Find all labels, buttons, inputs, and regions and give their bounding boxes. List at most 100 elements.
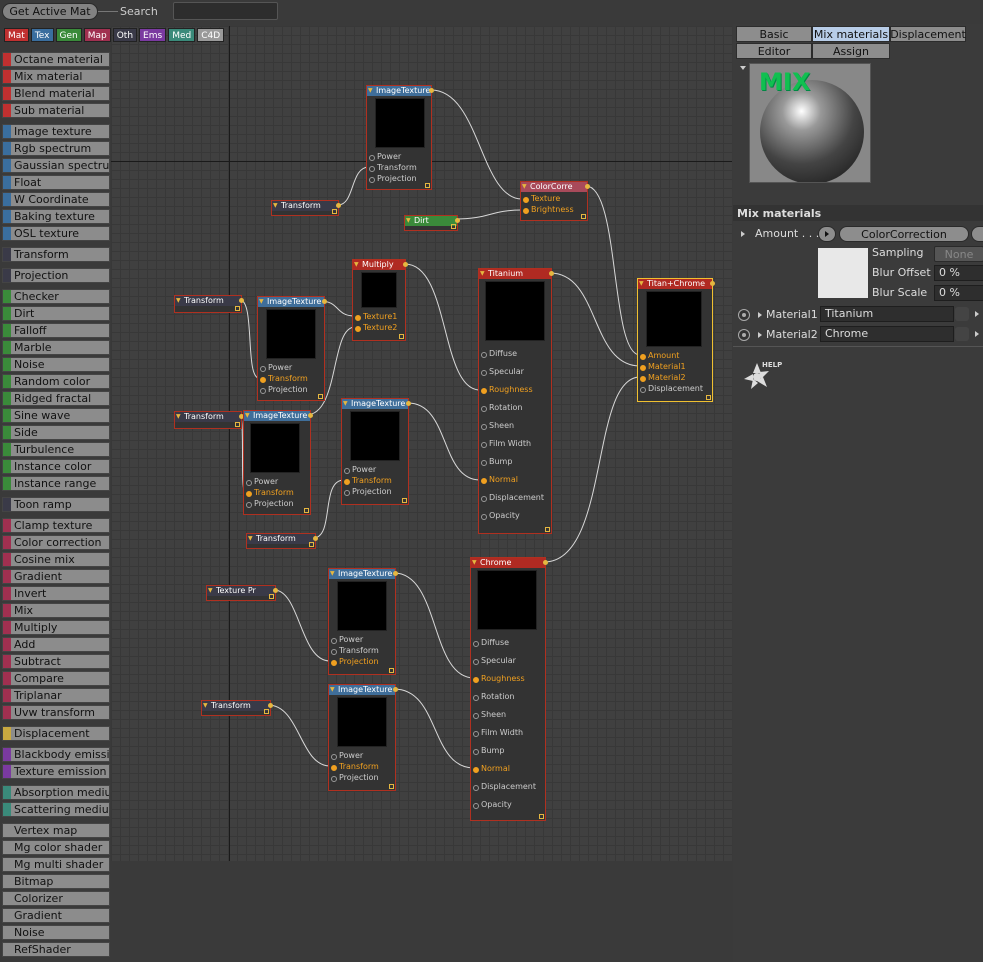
material2-expand-icon[interactable] xyxy=(758,332,762,338)
node-title[interactable]: Texture Pr xyxy=(207,586,275,596)
node-input-projection[interactable]: Projection xyxy=(344,487,392,497)
resize-handle-icon[interactable] xyxy=(264,709,269,714)
node-transform3[interactable]: Transform xyxy=(174,411,244,429)
node-title[interactable]: Titan+Chrome xyxy=(638,279,712,289)
palette-item-mix[interactable]: Mix xyxy=(2,603,110,618)
output-port-icon[interactable] xyxy=(308,413,313,418)
amount-link-button[interactable] xyxy=(818,226,836,242)
node-input-diffuse[interactable]: Diffuse xyxy=(473,638,509,648)
node-dirt[interactable]: Dirt xyxy=(404,215,460,231)
palette-item-displacement[interactable]: Displacement xyxy=(2,726,110,741)
palette-item-ridged-fractal[interactable]: Ridged fractal xyxy=(2,391,110,406)
node-multiply[interactable]: Multiply Texture1Texture2 xyxy=(352,259,408,341)
palette-item-w-coordinate[interactable]: W Coordinate xyxy=(2,192,110,207)
node-input-projection[interactable]: Projection xyxy=(260,385,308,395)
node-input-diffuse[interactable]: Diffuse xyxy=(481,349,517,359)
node-transform2[interactable]: Transform xyxy=(174,295,244,313)
node-transform4[interactable]: Transform xyxy=(246,533,318,549)
node-input-power[interactable]: Power xyxy=(331,635,363,645)
resize-handle-icon[interactable] xyxy=(304,508,309,513)
resize-handle-icon[interactable] xyxy=(706,395,711,400)
palette-item-marble[interactable]: Marble xyxy=(2,340,110,355)
resize-handle-icon[interactable] xyxy=(235,422,240,427)
node-input-displacement[interactable]: Displacement xyxy=(640,384,703,394)
palette-item-blackbody-emission[interactable]: Blackbody emission xyxy=(2,747,110,762)
node-input-power[interactable]: Power xyxy=(260,363,292,373)
palette-item-colorizer[interactable]: Colorizer xyxy=(2,891,110,906)
palette-item-falloff[interactable]: Falloff xyxy=(2,323,110,338)
node-img2[interactable]: ImageTexture PowerTransformProjection xyxy=(257,296,327,401)
node-mixnode[interactable]: Titan+Chrome AmountMaterial1Material2Disp… xyxy=(637,278,715,402)
material2-field[interactable]: Chrome xyxy=(820,326,954,342)
palette-item-baking-texture[interactable]: Baking texture xyxy=(2,209,110,224)
node-input-bump[interactable]: Bump xyxy=(481,457,512,467)
resize-handle-icon[interactable] xyxy=(545,527,550,532)
node-titanium[interactable]: Titanium Diffuse Specular Roughness Rotation… xyxy=(478,268,554,534)
output-port-icon[interactable] xyxy=(455,218,460,223)
resize-handle-icon[interactable] xyxy=(389,784,394,789)
node-img1[interactable]: ImageTexture PowerTransformProjection xyxy=(366,85,434,190)
node-input-brightness[interactable]: Brightness xyxy=(523,205,574,215)
node-input-power[interactable]: Power xyxy=(344,465,376,475)
amount-extra-button[interactable] xyxy=(971,226,983,242)
node-title[interactable]: Titanium xyxy=(479,269,551,279)
material1-arrow-icon[interactable] xyxy=(975,311,979,317)
node-title[interactable]: ImageTexture xyxy=(342,399,408,409)
category-oth[interactable]: Oth xyxy=(112,28,138,42)
node-input-rotation[interactable]: Rotation xyxy=(481,403,522,413)
node-chrome[interactable]: Chrome Diffuse Specular Roughness Rotation Sh… xyxy=(470,557,548,821)
node-title[interactable]: Multiply xyxy=(353,260,405,270)
palette-item-cosine-mix[interactable]: Cosine mix xyxy=(2,552,110,567)
node-colorcorr[interactable]: ColorCorre TextureBrightness xyxy=(520,181,590,221)
category-ems[interactable]: Ems xyxy=(139,28,167,42)
amount-expand-icon[interactable] xyxy=(741,231,745,237)
material1-menu-icon[interactable] xyxy=(955,307,969,321)
palette-item-scattering-medium[interactable]: Scattering medium xyxy=(2,802,110,817)
palette-item-triplanar[interactable]: Triplanar xyxy=(2,688,110,703)
category-tex[interactable]: Tex xyxy=(30,28,54,42)
palette-item-bitmap[interactable]: Bitmap xyxy=(2,874,110,889)
output-port-icon[interactable] xyxy=(403,262,408,267)
output-port-icon[interactable] xyxy=(239,298,244,303)
palette-item-gaussian-spectrum[interactable]: Gaussian spectrum xyxy=(2,158,110,173)
palette-item-color-correction[interactable]: Color correction xyxy=(2,535,110,550)
node-input-film-width[interactable]: Film Width xyxy=(473,728,523,738)
node-input-normal[interactable]: Normal xyxy=(481,475,518,485)
tab-displacement[interactable]: Displacement xyxy=(890,26,966,42)
category-c4d[interactable]: C4D xyxy=(197,28,225,42)
resize-handle-icon[interactable] xyxy=(309,542,314,547)
palette-item-toon-ramp[interactable]: Toon ramp xyxy=(2,497,110,512)
category-med[interactable]: Med xyxy=(168,28,196,42)
palette-item-add[interactable]: Add xyxy=(2,637,110,652)
palette-item-octane-material[interactable]: Octane material xyxy=(2,52,110,67)
node-input-transform[interactable]: Transform xyxy=(260,374,308,384)
node-img5[interactable]: ImageTexture PowerTransformProjection xyxy=(328,568,398,675)
palette-item-float[interactable]: Float xyxy=(2,175,110,190)
node-input-sheen[interactable]: Sheen xyxy=(473,710,506,720)
output-port-icon[interactable] xyxy=(429,88,434,93)
palette-item-gradient[interactable]: Gradient xyxy=(2,569,110,584)
tab-mix-materials[interactable]: Mix materials xyxy=(812,26,890,42)
output-port-icon[interactable] xyxy=(549,271,554,276)
category-mat[interactable]: Mat xyxy=(4,28,29,42)
node-title[interactable]: ImageTexture xyxy=(367,86,431,96)
output-port-icon[interactable] xyxy=(710,281,715,286)
resize-handle-icon[interactable] xyxy=(318,394,323,399)
tab-assign[interactable]: Assign xyxy=(812,43,890,59)
resize-handle-icon[interactable] xyxy=(399,334,404,339)
blur-scale-input[interactable]: 0 % xyxy=(934,285,983,301)
node-input-opacity[interactable]: Opacity xyxy=(481,511,520,521)
palette-item-vertex-map[interactable]: Vertex map xyxy=(2,823,110,838)
palette-item-texture-emission[interactable]: Texture emission xyxy=(2,764,110,779)
output-port-icon[interactable] xyxy=(393,687,398,692)
palette-item-checker[interactable]: Checker xyxy=(2,289,110,304)
resize-handle-icon[interactable] xyxy=(539,814,544,819)
palette-item-subtract[interactable]: Subtract xyxy=(2,654,110,669)
output-port-icon[interactable] xyxy=(543,560,548,565)
blur-offset-input[interactable]: 0 % xyxy=(934,265,983,281)
palette-item-invert[interactable]: Invert xyxy=(2,586,110,601)
resize-handle-icon[interactable] xyxy=(451,224,456,229)
get-active-mat-button[interactable]: Get Active Mat xyxy=(2,3,98,20)
color-swatch[interactable] xyxy=(818,248,868,298)
palette-item-gradient[interactable]: Gradient xyxy=(2,908,110,923)
